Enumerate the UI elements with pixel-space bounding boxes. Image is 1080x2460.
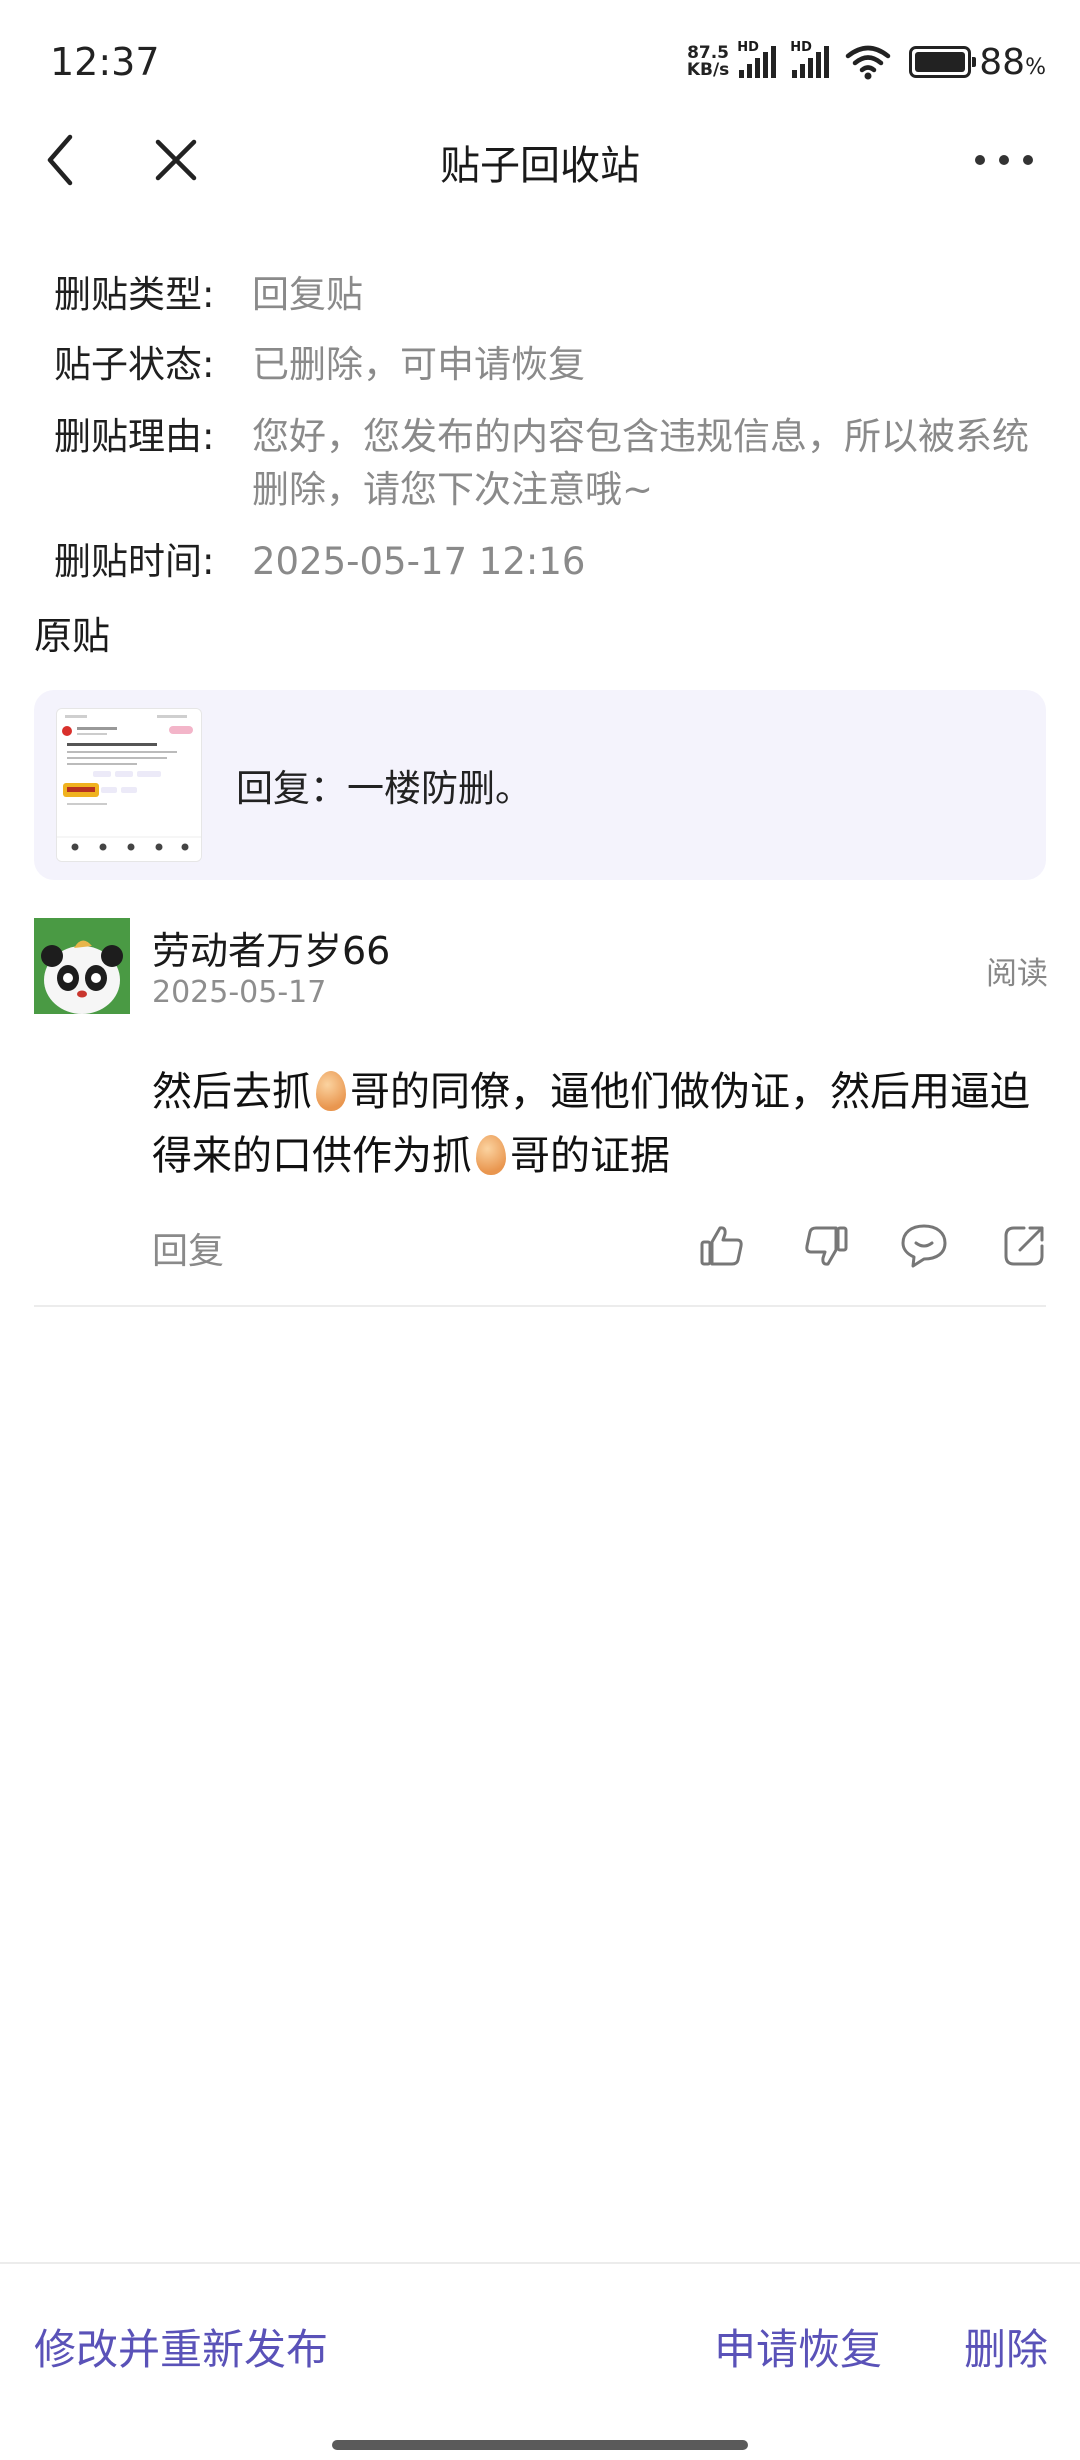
delete-button[interactable]: 删除 bbox=[964, 2316, 1048, 2377]
post-status-row: 贴子状态: 已删除，可申请恢复 bbox=[54, 338, 1054, 391]
post-status-value: 已删除，可申请恢复 bbox=[252, 343, 585, 386]
signal-icon: HD bbox=[737, 40, 777, 78]
thumbs-up-icon[interactable] bbox=[694, 1218, 750, 1274]
bottom-divider bbox=[0, 2262, 1080, 2264]
avatar[interactable] bbox=[34, 918, 130, 1014]
egg-icon bbox=[316, 1071, 346, 1111]
comment-body: 然后去抓 哥的同僚，逼他们做伪证，然后用逼迫得来的口供作为抓 哥的证据 bbox=[152, 1069, 1030, 1179]
original-post-card[interactable]: 回复：一楼防删。 bbox=[34, 690, 1046, 880]
delete-reason-value: 您好，您发布的内容包含违规信息，所以被系统删除，请您下次注意哦~ bbox=[252, 415, 1029, 511]
post-thumbnail bbox=[56, 708, 202, 862]
edit-repost-button[interactable]: 修改并重新发布 bbox=[34, 2316, 328, 2377]
home-indicator[interactable] bbox=[332, 2440, 748, 2450]
reply-button[interactable]: 回复 bbox=[152, 1222, 224, 1274]
original-post-text: 回复：一楼防删。 bbox=[236, 767, 532, 810]
thumbs-down-icon[interactable] bbox=[798, 1218, 854, 1274]
delete-reason-label: 删贴理由: bbox=[54, 415, 215, 458]
share-icon[interactable] bbox=[996, 1218, 1052, 1274]
status-icons: 87.5 KB/s HD HD 88% bbox=[686, 40, 1046, 83]
delete-reason-row: 删贴理由: 您好，您发布的内容包含违规信息，所以被系统删除，请您下次注意哦~ bbox=[54, 410, 1054, 516]
delete-time-label: 删贴时间: bbox=[54, 540, 215, 583]
battery-icon bbox=[909, 46, 977, 78]
egg-icon bbox=[476, 1135, 506, 1175]
comment-icon[interactable] bbox=[896, 1218, 952, 1274]
apply-restore-button[interactable]: 申请恢复 bbox=[714, 2316, 882, 2377]
divider bbox=[34, 1305, 1046, 1307]
wifi-icon bbox=[846, 45, 891, 80]
delete-type-label: 删贴类型: bbox=[54, 273, 215, 316]
network-speed: 87.5 KB/s bbox=[686, 43, 730, 80]
comment-username[interactable]: 劳动者万岁66 bbox=[152, 920, 390, 975]
delete-time-value: 2025-05-17 12:16 bbox=[252, 540, 586, 583]
battery-indicator: 88% bbox=[909, 42, 1046, 83]
post-status-label: 贴子状态: bbox=[54, 343, 215, 386]
delete-time-row: 删贴时间: 2025-05-17 12:16 bbox=[54, 535, 1054, 588]
status-time: 12:37 bbox=[50, 40, 160, 84]
delete-type-row: 删贴类型: 回复贴 bbox=[54, 268, 1054, 321]
more-horizontal-icon[interactable] bbox=[972, 130, 1036, 190]
read-label[interactable]: 阅读 bbox=[986, 948, 1048, 993]
original-post-title: 原贴 bbox=[34, 614, 111, 658]
signal-icon: HD bbox=[790, 40, 830, 78]
comment-date: 2025-05-17 bbox=[152, 975, 327, 1010]
page-title: 贴子回收站 bbox=[440, 143, 640, 189]
delete-type-value: 回复贴 bbox=[252, 273, 363, 316]
